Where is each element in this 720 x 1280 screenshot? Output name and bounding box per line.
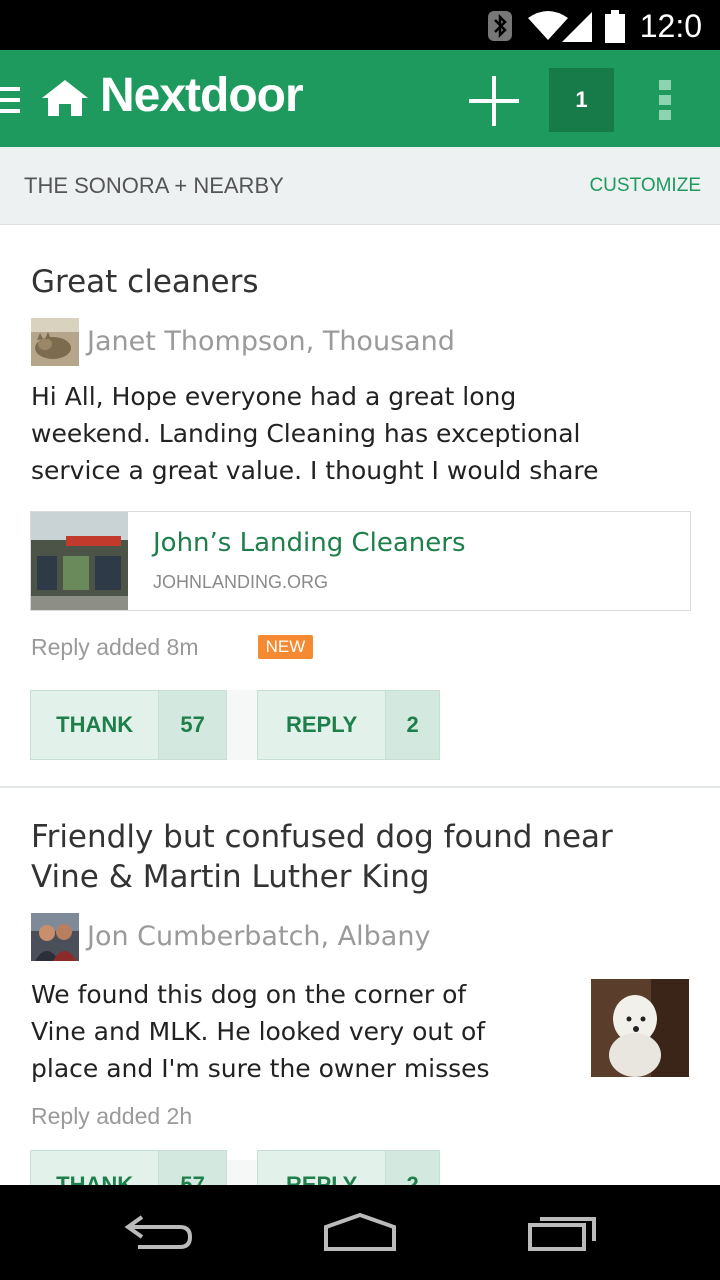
overflow-menu-icon[interactable] xyxy=(659,80,673,124)
reply-button[interactable]: REPLY 2 xyxy=(257,690,440,760)
post-body-line: service a great value. I thought I would… xyxy=(31,456,599,485)
neighborhood-filter-bar: THE SONORA + NEARBY CUSTOMIZE xyxy=(0,147,720,225)
author-name: Jon Cumberbatch, Albany xyxy=(87,921,431,952)
link-domain: JOHNLANDING.ORG xyxy=(153,572,329,592)
battery-icon xyxy=(605,10,625,43)
avatar xyxy=(31,913,79,961)
reply-meta: Reply added 8m xyxy=(31,634,199,660)
cell-signal-icon xyxy=(562,12,592,42)
app-bar: Nextdoor 1 xyxy=(0,50,720,147)
reply-label: REPLY xyxy=(285,712,358,737)
post-body-line: Hi All, Hope everyone had a great long xyxy=(31,382,517,411)
post-title[interactable]: Great cleaners xyxy=(31,262,681,302)
home-icon[interactable] xyxy=(322,1213,398,1253)
recents-icon[interactable] xyxy=(526,1213,598,1253)
thank-button[interactable]: THANK 57 xyxy=(30,690,227,760)
customize-button[interactable]: CUSTOMIZE xyxy=(589,175,701,197)
post-body-line: We found this dog on the corner of xyxy=(31,980,467,1009)
thank-label: THANK xyxy=(56,712,134,737)
status-bar: 12:0 xyxy=(0,0,720,50)
post-card[interactable]: Great cleaners Janet Thompson, Thousand … xyxy=(0,226,720,788)
author-name: Janet Thompson, Thousand xyxy=(87,326,455,357)
neighborhood-scope[interactable]: THE SONORA + NEARBY xyxy=(24,173,284,199)
menu-icon[interactable] xyxy=(0,87,20,113)
bluetooth-icon xyxy=(488,11,512,41)
link-preview-card[interactable]: John’s Landing Cleaners JOHNLANDING.ORG xyxy=(30,511,691,611)
link-thumbnail xyxy=(31,512,128,610)
link-title: John’s Landing Cleaners xyxy=(153,528,466,558)
reply-meta: Reply added 2h xyxy=(31,1103,193,1129)
thank-count: 57 xyxy=(158,691,226,759)
brand-title[interactable]: Nextdoor xyxy=(100,68,304,123)
reply-count: 2 xyxy=(385,691,439,759)
button-gap xyxy=(227,690,257,760)
post-body-line: weekend. Landing Cleaning has exceptiona… xyxy=(31,419,581,448)
new-badge: NEW xyxy=(258,635,313,659)
notification-count: 1 xyxy=(575,87,588,112)
dog-photo[interactable] xyxy=(591,979,689,1077)
back-icon[interactable] xyxy=(122,1213,196,1253)
house-logo-icon xyxy=(42,80,88,116)
post-body-line: place and I'm sure the owner misses xyxy=(31,1054,490,1083)
post-body-line: Vine and MLK. He looked very out of xyxy=(31,1017,486,1046)
post-body: We found this dog on the corner of Vine … xyxy=(31,976,490,1087)
status-time: 12:0 xyxy=(639,8,702,44)
notifications-button[interactable]: 1 xyxy=(549,68,614,132)
post-body: Hi All, Hope everyone had a great long w… xyxy=(31,378,599,489)
system-nav-bar xyxy=(0,1185,720,1280)
button-gap xyxy=(227,1160,257,1185)
post-card[interactable]: Friendly but confused dog found near Vin… xyxy=(0,790,720,1220)
add-icon[interactable] xyxy=(467,74,521,128)
avatar xyxy=(31,318,79,366)
post-title[interactable]: Friendly but confused dog found near Vin… xyxy=(31,817,681,897)
